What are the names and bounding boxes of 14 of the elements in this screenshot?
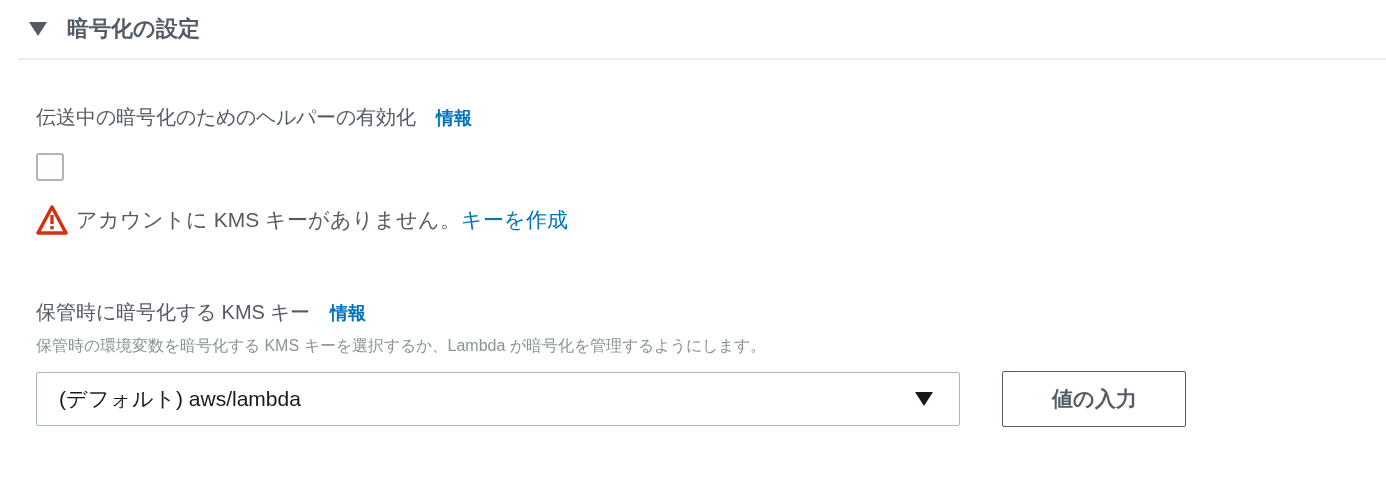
field-description: 保管時の環境変数を暗号化する KMS キーを選択するか、Lambda が暗号化を管理するようにします。	[36, 336, 767, 356]
warning-text: アカウントに KMS キーがありません。	[76, 207, 462, 233]
warning-icon	[36, 205, 68, 235]
collapse-triangle-icon[interactable]	[29, 21, 47, 37]
field-label: 伝送中の暗号化のためのヘルパーの有効化	[36, 105, 416, 130]
field-label: 保管時に暗号化する KMS キー	[36, 300, 311, 325]
kms-key-select[interactable]: (デフォルト) aws/lambda	[36, 372, 960, 426]
section-title: 暗号化の設定	[67, 15, 200, 43]
info-link[interactable]: 情報	[330, 300, 367, 325]
enter-value-button[interactable]: 値の入力	[1002, 371, 1186, 427]
info-link[interactable]: 情報	[436, 105, 472, 130]
checkbox[interactable]	[36, 153, 64, 181]
caret-icon	[915, 392, 933, 406]
create-key-link[interactable]: キーを作成	[461, 206, 569, 234]
